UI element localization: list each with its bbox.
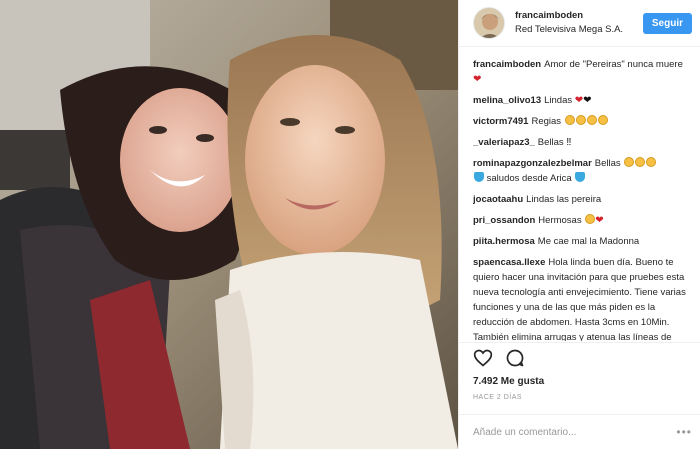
comment-username[interactable]: melina_olivo13: [473, 95, 541, 106]
comment-text: Hola linda buen día. Bueno te quiero hac…: [473, 257, 686, 341]
avatar-image: [474, 8, 504, 38]
comment-username[interactable]: victorm7491: [473, 116, 528, 127]
blue-heart-icon: [474, 172, 484, 182]
comment-item: _valeriapaz3_ Bellas ‼: [473, 135, 692, 150]
comment-text: Amor de "Pereiras" nunca muere: [544, 59, 683, 70]
comment-text: saludos desde Arica: [486, 173, 572, 184]
comment-button[interactable]: [505, 348, 525, 368]
photo-image: [0, 0, 458, 449]
comment-username[interactable]: piita.hermosa: [473, 236, 535, 247]
red-heart-icon: ❤: [574, 95, 584, 106]
comment-text: Hermosas: [538, 215, 582, 226]
avatar[interactable]: [473, 7, 505, 39]
kiss-face-icon: [564, 115, 575, 125]
comment-text: Me cae mal la Madonna: [537, 236, 640, 247]
comment-username[interactable]: rominapazgonzalezbelmar: [473, 158, 592, 169]
kiss-face-icon: [586, 115, 597, 125]
follow-button[interactable]: Seguir: [642, 12, 692, 34]
add-comment-bar: •••: [459, 414, 700, 449]
comment-item: jocaotaahu Lindas las pereira: [473, 192, 692, 207]
comment-username[interactable]: spaencasa.llexe: [473, 257, 545, 268]
comment-username[interactable]: francaimboden: [473, 59, 541, 70]
heart-outline-icon: [473, 349, 493, 367]
post-username[interactable]: francaimboden: [515, 9, 643, 23]
sparkling-heart-icon: ❤: [595, 215, 604, 226]
comment-text: Bellas: [594, 158, 621, 169]
smiling-face-icon: [624, 157, 635, 167]
comment-username[interactable]: _valeriapaz3_: [473, 137, 535, 148]
comment-bubble-icon: [506, 349, 524, 367]
post-actions: [473, 348, 525, 368]
post-header: francaimboden Red Televisiva Mega S.A. S…: [459, 0, 700, 47]
broken-heart-icon: ❤: [473, 74, 482, 85]
post-side-panel: francaimboden Red Televisiva Mega S.A. S…: [458, 0, 700, 449]
double-exclamation-icon: ‼: [566, 137, 572, 148]
comments-list[interactable]: francaimboden Amor de "Pereiras" nunca mu…: [473, 57, 692, 341]
comment-username[interactable]: jocaotaahu: [473, 194, 523, 205]
likes-count[interactable]: 7.492 Me gusta: [473, 376, 544, 387]
smiling-face-icon: [646, 157, 657, 167]
comment-item: pri_ossandon Hermosas ❤: [473, 213, 692, 228]
comment-item: piita.hermosa Me cae mal la Madonna: [473, 234, 692, 249]
comment-text: Regias: [531, 116, 562, 127]
like-button[interactable]: [473, 348, 493, 368]
waving-hand-icon: [575, 172, 586, 182]
comment-item: spaencasa.llexe Hola linda buen día. Buen…: [473, 255, 692, 341]
comment-item: francaimboden Amor de "Pereiras" nunca mu…: [473, 57, 692, 87]
comment-item: victorm7491 Regias: [473, 114, 692, 129]
post-location[interactable]: Red Televisiva Mega S.A.: [515, 23, 643, 37]
comment-text: Lindas las pereira: [526, 194, 602, 205]
divider: [459, 342, 700, 343]
post-photo[interactable]: [0, 0, 458, 449]
black-heart-icon: ❤: [583, 95, 592, 106]
post-timestamp: HACE 2 DÍAS: [473, 394, 523, 401]
kiss-face-icon: [575, 115, 586, 125]
comment-item: melina_olivo13 Lindas ❤❤: [473, 93, 692, 108]
comment-text: Lindas: [544, 95, 573, 106]
comment-item: rominapazgonzalezbelmar Bellas saludos de…: [473, 156, 692, 186]
smiling-face-icon: [635, 157, 646, 167]
comment-text: Bellas: [537, 137, 564, 148]
comment-username[interactable]: pri_ossandon: [473, 215, 535, 226]
kiss-face-icon: [597, 115, 608, 125]
more-options-button[interactable]: •••: [676, 425, 692, 439]
heart-eyes-icon: [585, 214, 596, 224]
comment-input[interactable]: [473, 426, 677, 438]
